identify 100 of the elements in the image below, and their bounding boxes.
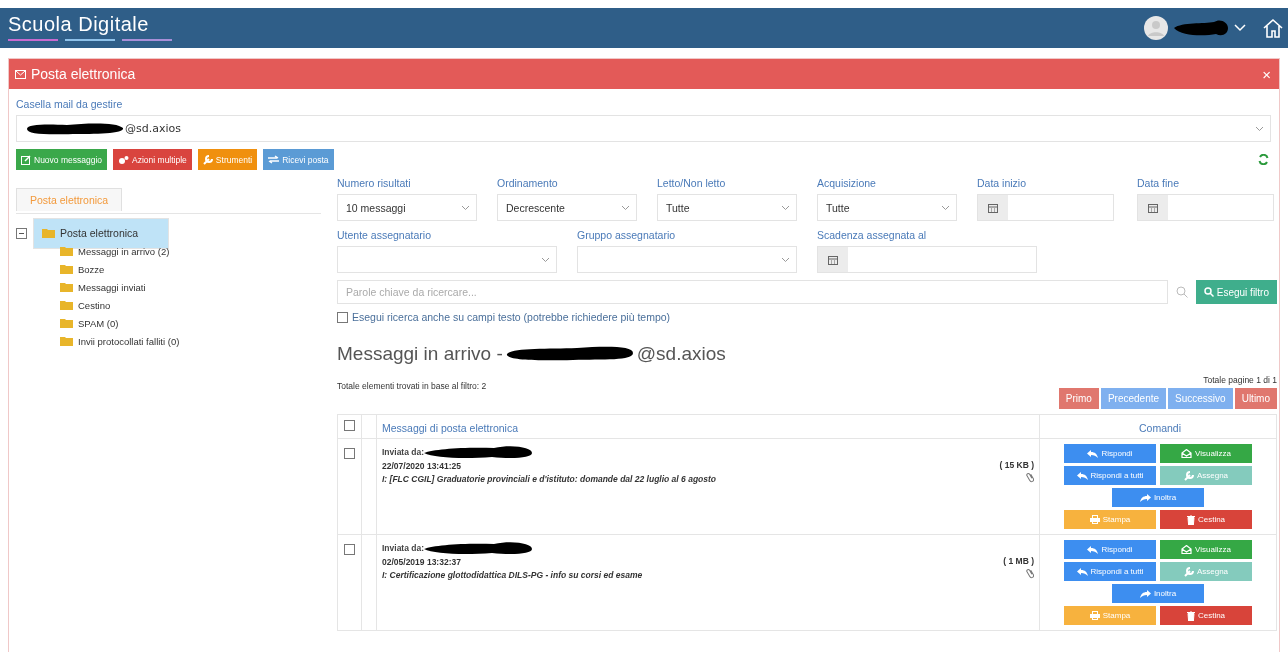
toolbar-button[interactable]: Strumenti [197,149,258,170]
message-subject: I: [FLC CGIL] Graduatorie provinciali e d'istituto: domande dal 22 luglio al 6 agosto [382,474,717,484]
app-logo[interactable]: Scuola Digitale [8,13,173,35]
search-field[interactable]: Parole chiave da ricercare... [337,280,1168,304]
refresh-icon[interactable] [1258,154,1269,165]
command-button[interactable]: Rispondi [1064,444,1156,463]
avatar-icon[interactable] [1144,16,1168,40]
checkbox[interactable] [344,544,355,555]
calendar-icon [828,254,838,265]
gears-icon [118,154,130,165]
mailbox-select[interactable]: @sd.axios [16,115,1271,142]
command-button[interactable]: Rispondi [1064,540,1156,559]
filter-label: Gruppo assegnatario [577,228,677,242]
command-button[interactable]: Cestina [1160,606,1252,625]
caret-icon [781,204,790,211]
list-title-domain: @sd.axios [636,343,726,365]
command-button[interactable]: Rispondi a tutti [1064,466,1156,485]
tree-item[interactable]: Messaggi inviati [56,279,150,295]
folder-icon [60,318,73,328]
command-button[interactable]: Visualizza [1160,540,1252,559]
caret-icon [941,204,950,211]
page-button[interactable]: Precedente [1100,388,1167,409]
message-subject: I: Certificazione glottodidattica DILS-PG - info su corsi ed esame [382,570,643,580]
toolbar-button[interactable]: Nuovo messaggio [16,149,108,170]
caret-icon [541,256,550,263]
folder-icon [60,336,73,346]
message-size: ( 1 MB ) [1003,556,1034,566]
reply-icon [1087,545,1099,554]
reply-icon [1076,567,1088,576]
page-button[interactable]: Successivo [1168,388,1233,409]
command-button[interactable]: Rispondi a tutti [1064,562,1156,581]
date-field[interactable] [817,246,1037,273]
wrench-icon [1183,470,1194,481]
filter-select[interactable]: Tutte [817,194,957,221]
tree-item[interactable]: Bozze [56,261,109,277]
checkbox-label: Esegui ricerca anche su campi testo (potrebbe richiedere più tempo) [352,311,671,323]
folder-icon [60,282,73,292]
page-button[interactable]: Ultimo [1234,388,1277,409]
page-button[interactable]: Primo [1058,388,1099,409]
caret-icon [621,204,630,211]
wrench-icon [1183,566,1194,577]
filter-select[interactable]: 10 messaggi [337,194,477,221]
calendar-icon [988,202,998,213]
date-field[interactable] [977,194,1114,221]
caret-icon [781,256,790,263]
toolbar-button[interactable]: Azioni multiple [113,149,192,170]
command-button[interactable]: Stampa [1064,510,1156,529]
message-date: 22/07/2020 13:41:25 [382,461,462,471]
column-header: Messaggi di posta elettronica [381,421,518,434]
forward-icon [1139,493,1151,502]
command-button[interactable]: Inoltra [1112,488,1204,507]
envelope-icon [1181,545,1193,554]
filter-label: Data inizio [977,176,1028,190]
sender-label: Inviata da: [382,543,425,553]
search-icon [1203,287,1214,297]
reply-icon [1087,449,1099,458]
checkbox[interactable] [337,311,348,323]
field-label: Casella mail da gestire [16,97,124,111]
date-field[interactable] [1137,194,1274,221]
panel-title: Posta elettronica [31,66,136,82]
tree-item[interactable]: Cestino [56,297,115,313]
message-size: ( 15 KB ) [999,460,1034,470]
checkbox[interactable] [344,448,355,459]
command-button[interactable]: Assegna [1160,562,1252,581]
filter-label: Data fine [1137,176,1181,190]
toolbar-button[interactable]: Ricevi posta [263,149,334,170]
filter-select[interactable]: Decrescente [497,194,637,221]
column-header: Comandi [1138,421,1181,434]
command-button[interactable]: Assegna [1160,466,1252,485]
close-button[interactable]: × [1260,65,1273,83]
edit-icon [21,154,31,165]
filter-label: Ordinamento [497,176,559,190]
checkbox[interactable] [344,420,355,431]
command-button[interactable]: Cestina [1160,510,1252,529]
tree-item[interactable]: Invii protocollati falliti (0) [56,333,184,349]
reply-icon [1076,471,1088,480]
filter-label: Utente assegnatario [337,228,432,242]
exchange-icon [268,155,280,164]
home-icon[interactable] [1262,17,1284,39]
page-count: Totale pagine 1 di 1 [1203,375,1277,385]
command-button[interactable]: Visualizza [1160,444,1252,463]
tree-item[interactable]: SPAM (0) [56,315,123,331]
search-icon [1175,286,1188,298]
filter-select[interactable]: Tutte [657,194,797,221]
filter-label: Numero risultati [337,176,412,190]
trash-icon [1186,514,1195,525]
filter-label: Acquisizione [817,176,877,190]
tree-item[interactable]: Posta elettronica [33,217,170,249]
sidebar-tab[interactable]: Posta elettronica [16,188,123,211]
filter-label: Letto/Non letto [657,176,727,190]
command-button[interactable]: Stampa [1064,606,1156,625]
redaction-mark [1172,18,1230,38]
caret-icon [1255,125,1264,132]
sender-label: Inviata da: [382,447,425,457]
message-date: 02/05/2019 13:32:37 [382,557,462,567]
collapse-icon[interactable] [16,227,27,239]
command-button[interactable]: Inoltra [1112,584,1204,603]
filter-button[interactable]: Esegui filtro [1195,280,1277,304]
caret-icon [461,204,470,211]
caret-icon[interactable] [1234,24,1246,32]
